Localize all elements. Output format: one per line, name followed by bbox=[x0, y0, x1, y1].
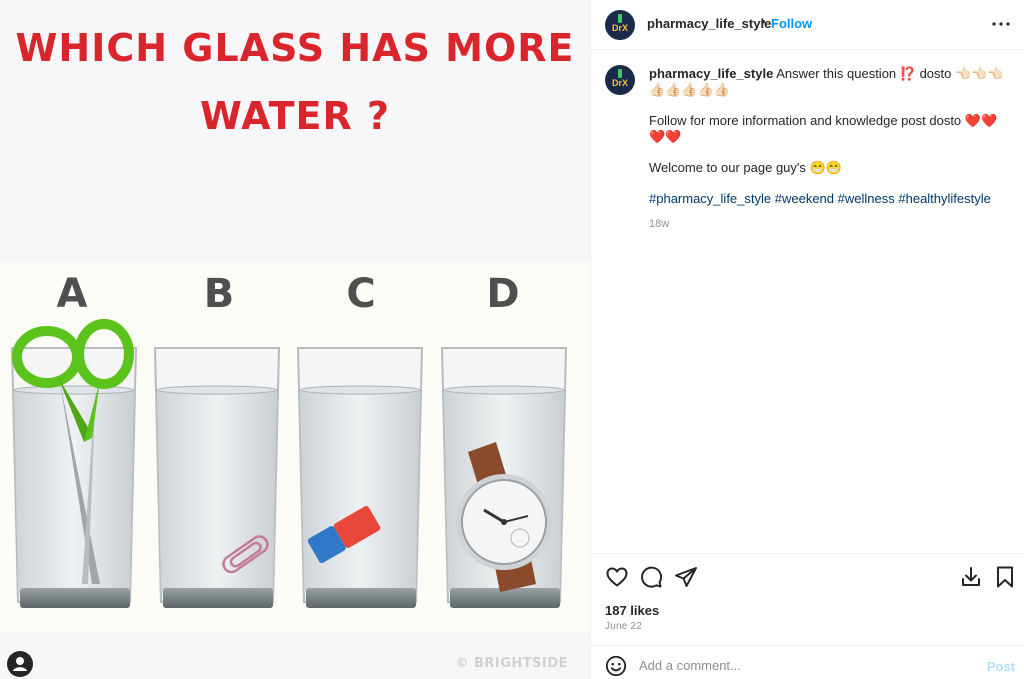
likes-count[interactable]: 187 likes bbox=[605, 603, 659, 618]
save-to-collection-icon[interactable] bbox=[959, 565, 983, 589]
bookmark-icon[interactable] bbox=[993, 565, 1017, 589]
post-actions: 187 likes June 22 bbox=[591, 553, 1024, 645]
hashtag-link[interactable]: #wellness bbox=[838, 191, 895, 206]
post-date[interactable]: June 22 bbox=[605, 621, 642, 632]
glass-label-a: A bbox=[57, 271, 88, 317]
post-comment-button[interactable]: Post bbox=[987, 659, 1015, 674]
post-image[interactable]: WHICH GLASS HAS MORE WATER ? A B C D © B… bbox=[0, 0, 590, 679]
post-details-panel: DrX pharmacy_life_style • Follow DrX pha… bbox=[590, 0, 1024, 679]
author-username[interactable]: pharmacy_life_style bbox=[647, 16, 771, 31]
glass-c bbox=[296, 347, 424, 608]
comment-icon[interactable] bbox=[639, 565, 663, 589]
glass-a bbox=[10, 319, 138, 608]
tagged-users-icon[interactable] bbox=[7, 651, 33, 677]
hashtag-link[interactable]: #weekend bbox=[775, 191, 834, 206]
avatar-monogram: DrX bbox=[611, 23, 628, 33]
more-horizontal-icon[interactable] bbox=[989, 12, 1013, 36]
caption-text: pharmacy_life_style Answer this question… bbox=[649, 66, 1011, 232]
caption-username[interactable]: pharmacy_life_style bbox=[649, 66, 773, 81]
glass-label-b: B bbox=[204, 271, 235, 317]
image-headline-line1: WHICH GLASS HAS MORE bbox=[15, 26, 575, 70]
follow-button[interactable]: Follow bbox=[771, 16, 812, 31]
comment-input[interactable] bbox=[639, 654, 969, 676]
glass-d bbox=[440, 347, 568, 608]
emoji-icon[interactable] bbox=[605, 655, 627, 677]
caption-timestamp[interactable]: 18w bbox=[649, 216, 1011, 232]
post-header: DrX pharmacy_life_style • Follow bbox=[591, 0, 1024, 50]
add-comment-bar: Post bbox=[591, 645, 1024, 679]
caption-area: DrX pharmacy_life_style Answer this ques… bbox=[591, 50, 1024, 553]
glasses-illustration: A B C D bbox=[0, 262, 590, 632]
avatar-monogram: DrX bbox=[611, 78, 628, 88]
hashtag-link[interactable]: #healthylifestyle bbox=[898, 191, 991, 206]
caption-avatar[interactable]: DrX bbox=[605, 65, 635, 95]
caduceus-icon bbox=[618, 14, 622, 23]
glass-label-d: D bbox=[486, 271, 519, 317]
caduceus-icon bbox=[618, 69, 622, 78]
image-headline-line2: WATER ? bbox=[199, 94, 391, 138]
caption-hashtags: #pharmacy_life_style #weekend #wellness … bbox=[649, 191, 1011, 207]
heart-icon[interactable] bbox=[605, 565, 629, 589]
hashtag-link[interactable]: #pharmacy_life_style bbox=[649, 191, 771, 206]
glass-label-c: C bbox=[346, 271, 375, 317]
separator-dot: • bbox=[761, 14, 766, 29]
share-icon[interactable] bbox=[674, 565, 698, 589]
author-avatar[interactable]: DrX bbox=[605, 10, 635, 40]
caption-line-2: Follow for more information and knowledg… bbox=[649, 113, 998, 144]
caption-line-3: Welcome to our page guy's 😁😁 bbox=[649, 160, 842, 175]
glass-b bbox=[153, 347, 281, 608]
image-watermark: © BRIGHTSIDE bbox=[455, 656, 568, 671]
